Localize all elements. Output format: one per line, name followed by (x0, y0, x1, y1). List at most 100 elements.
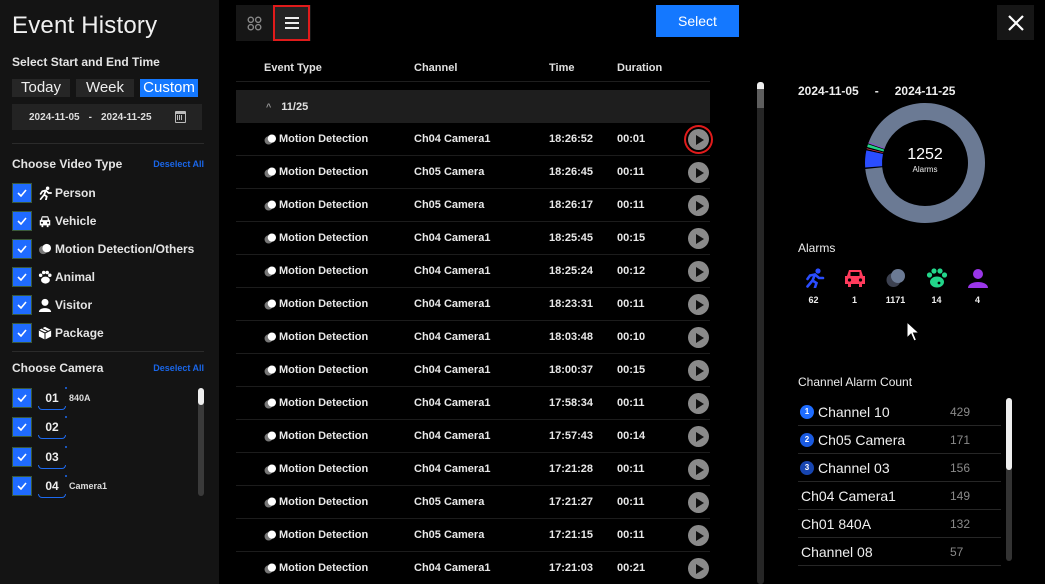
channel-alarm-row[interactable]: Ch04 Camera1 149 (798, 482, 1001, 510)
list-view-button[interactable] (273, 5, 310, 41)
close-button[interactable] (997, 5, 1034, 40)
play-button[interactable] (688, 294, 709, 315)
event-channel: Ch04 Camera1 (414, 331, 491, 343)
channel-count: 149 (950, 489, 971, 503)
channel-list-scrollbar[interactable] (1006, 398, 1012, 561)
visitor-icon (967, 269, 988, 288)
tab-custom[interactable]: Custom (140, 79, 198, 97)
play-button[interactable] (688, 525, 709, 546)
table-header: Event Type Channel Time Duration (236, 62, 710, 82)
video-type-label: Person (55, 186, 96, 200)
motion-icon (264, 134, 276, 145)
alarm-count: 14 (931, 295, 942, 305)
event-row[interactable]: Motion Detection Ch04 Camera1 18:25:45 00:1… (236, 222, 710, 255)
checkbox[interactable] (12, 447, 32, 467)
scrollbar-thumb[interactable] (1006, 398, 1012, 470)
event-row[interactable]: Motion Detection Ch04 Camera1 17:21:28 00:1… (236, 453, 710, 486)
motion-icon (264, 563, 276, 574)
visitor-icon (37, 298, 52, 312)
event-row[interactable]: Motion Detection Ch04 Camera1 17:21:03 00:2… (236, 552, 710, 584)
event-duration: 00:15 (617, 364, 646, 376)
play-button[interactable] (688, 327, 709, 348)
deselect-all-cameras[interactable]: Deselect All (153, 363, 204, 373)
event-row[interactable]: Motion Detection Ch04 Camera1 18:23:31 00:1… (236, 288, 710, 321)
play-button[interactable] (688, 558, 709, 579)
play-button[interactable] (688, 393, 709, 414)
event-row[interactable]: Motion Detection Ch05 Camera 17:21:27 00:11 (236, 486, 710, 519)
channel-name: Channel 08 (801, 544, 873, 560)
date-range-picker[interactable]: 2024-11-05 - 2024-11-25 (12, 104, 202, 130)
video-type-person[interactable]: Person (12, 183, 96, 203)
play-button[interactable] (688, 129, 709, 150)
channel-alarm-row[interactable]: 2 Ch05 Camera 171 (798, 426, 1001, 454)
event-row[interactable]: Motion Detection Ch04 Camera1 18:03:48 00:1… (236, 321, 710, 354)
checkbox[interactable] (12, 211, 32, 231)
select-button[interactable]: Select (656, 5, 739, 37)
checkbox[interactable] (12, 476, 32, 496)
event-type: Motion Detection (279, 265, 369, 277)
channel-alarm-row[interactable]: 1 Channel 10 429 (798, 398, 1001, 426)
event-type: Motion Detection (279, 133, 369, 145)
channel-alarm-count-title: Channel Alarm Count (798, 375, 913, 389)
video-type-vehicle[interactable]: Vehicle (12, 211, 96, 231)
event-list-scrollbar[interactable] (757, 82, 764, 584)
checkbox[interactable] (12, 183, 32, 203)
checkbox[interactable] (12, 295, 32, 315)
video-type-motion[interactable]: Motion Detection/Others (12, 239, 194, 259)
checkbox[interactable] (12, 239, 32, 259)
date-group-header[interactable]: ^ 11/25 (236, 90, 710, 123)
event-row[interactable]: Motion Detection Ch04 Camera1 18:25:24 00:1… (236, 255, 710, 288)
person-running-icon (37, 186, 52, 200)
play-button[interactable] (688, 162, 709, 183)
play-button[interactable] (688, 261, 709, 282)
calendar-icon[interactable] (175, 111, 186, 123)
camera-item-03[interactable]: 03 (12, 446, 69, 469)
play-button[interactable] (688, 195, 709, 216)
event-duration: 00:12 (617, 265, 646, 277)
play-button[interactable] (688, 426, 709, 447)
event-row[interactable]: Motion Detection Ch05 Camera 18:26:17 00:11 (236, 189, 710, 222)
play-button[interactable] (688, 459, 709, 480)
event-time: 18:23:31 (549, 298, 594, 310)
motion-icon (264, 299, 276, 310)
event-row[interactable]: Motion Detection Ch04 Camera1 17:57:43 00:1… (236, 420, 710, 453)
channel-alarm-row[interactable]: Ch01 840A 132 (798, 510, 1001, 538)
channel-name: Ch04 Camera1 (801, 488, 896, 504)
event-row[interactable]: Motion Detection Ch04 Camera1 18:00:37 00:1… (236, 354, 710, 387)
checkbox[interactable] (12, 267, 32, 287)
camera-item-01[interactable]: 01 840A (12, 387, 91, 410)
tab-today[interactable]: Today (12, 79, 70, 97)
play-button[interactable] (688, 228, 709, 249)
scrollbar-thumb[interactable] (198, 388, 204, 405)
video-type-package[interactable]: Package (12, 323, 104, 343)
scrollbar-thumb[interactable] (757, 82, 764, 108)
play-button[interactable] (688, 492, 709, 513)
event-type: Motion Detection (279, 298, 369, 310)
channel-alarm-row[interactable]: 3 Channel 03 156 (798, 454, 1001, 482)
donut-center: 1252 Alarms (863, 146, 987, 174)
event-row[interactable]: Motion Detection Ch05 Camera 18:26:45 00:11 (236, 156, 710, 189)
checkbox[interactable] (12, 388, 32, 408)
video-type-animal[interactable]: Animal (12, 267, 95, 287)
deselect-all-video-types[interactable]: Deselect All (153, 159, 204, 169)
event-time: 17:21:03 (549, 562, 594, 574)
camera-item-02[interactable]: 02 (12, 416, 69, 439)
grid-view-button[interactable] (236, 5, 273, 41)
alarm-count: 62 (808, 295, 819, 305)
event-row[interactable]: Motion Detection Ch04 Camera1 17:58:34 00:1… (236, 387, 710, 420)
channel-alarm-row[interactable]: Channel 08 57 (798, 538, 1001, 566)
checkbox[interactable] (12, 417, 32, 437)
video-type-visitor[interactable]: Visitor (12, 295, 92, 315)
alarms-title: Alarms (798, 241, 836, 255)
event-row[interactable]: Motion Detection Ch05 Camera 17:21:15 00:11 (236, 519, 710, 552)
event-list: Motion Detection Ch04 Camera1 18:26:52 00:0… (236, 123, 710, 584)
tab-week[interactable]: Week (76, 79, 134, 97)
play-button[interactable] (688, 360, 709, 381)
list-icon (284, 17, 299, 29)
event-type: Motion Detection (279, 496, 369, 508)
checkbox[interactable] (12, 323, 32, 343)
camera-list-scrollbar[interactable] (198, 388, 204, 496)
camera-item-04[interactable]: 04 Camera1 (12, 475, 107, 498)
event-row[interactable]: Motion Detection Ch04 Camera1 18:26:52 00:0… (236, 123, 710, 156)
event-duration: 00:11 (617, 166, 645, 178)
